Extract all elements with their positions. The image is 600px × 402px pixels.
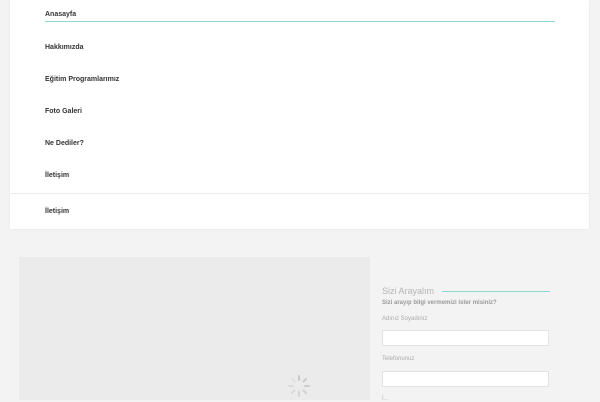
secondary-nav-iletisim[interactable]: İletişim — [45, 208, 69, 215]
callback-form: Sizi Arayalım Sizi arayıp bilgi vermemiz… — [370, 258, 600, 402]
nav-divider — [10, 193, 589, 194]
name-field-label: Adınız Soyadınız — [382, 316, 428, 322]
nav-item-foto-galeri[interactable]: Foto Galeri — [45, 108, 82, 115]
next-field-label: İ... — [382, 396, 389, 402]
nav-active-underline — [45, 21, 555, 22]
phone-input[interactable] — [382, 371, 549, 387]
nav-item-hakkimizda[interactable]: Hakkımızda — [45, 44, 84, 51]
nav-item-egitim-programlari[interactable]: Eğitim Programlarımız — [45, 76, 119, 83]
form-title: Sizi Arayalım — [382, 286, 435, 296]
navigation-panel: Anasayfa Hakkımızda Eğitim Programlarımı… — [10, 0, 589, 229]
map-placeholder[interactable] — [19, 257, 370, 400]
nav-item-ne-dediler[interactable]: Ne Dediler? — [45, 140, 84, 147]
phone-field-label: Telefonunuz — [382, 356, 415, 362]
nav-item-iletisim[interactable]: İletişim — [45, 172, 69, 179]
form-title-underline — [442, 291, 550, 292]
name-input[interactable] — [382, 330, 549, 346]
loading-spinner-icon — [288, 375, 310, 397]
form-subtitle: Sizi arayıp bilgi vermemizi ister misini… — [382, 300, 497, 306]
nav-item-anasayfa[interactable]: Anasayfa — [45, 11, 76, 18]
